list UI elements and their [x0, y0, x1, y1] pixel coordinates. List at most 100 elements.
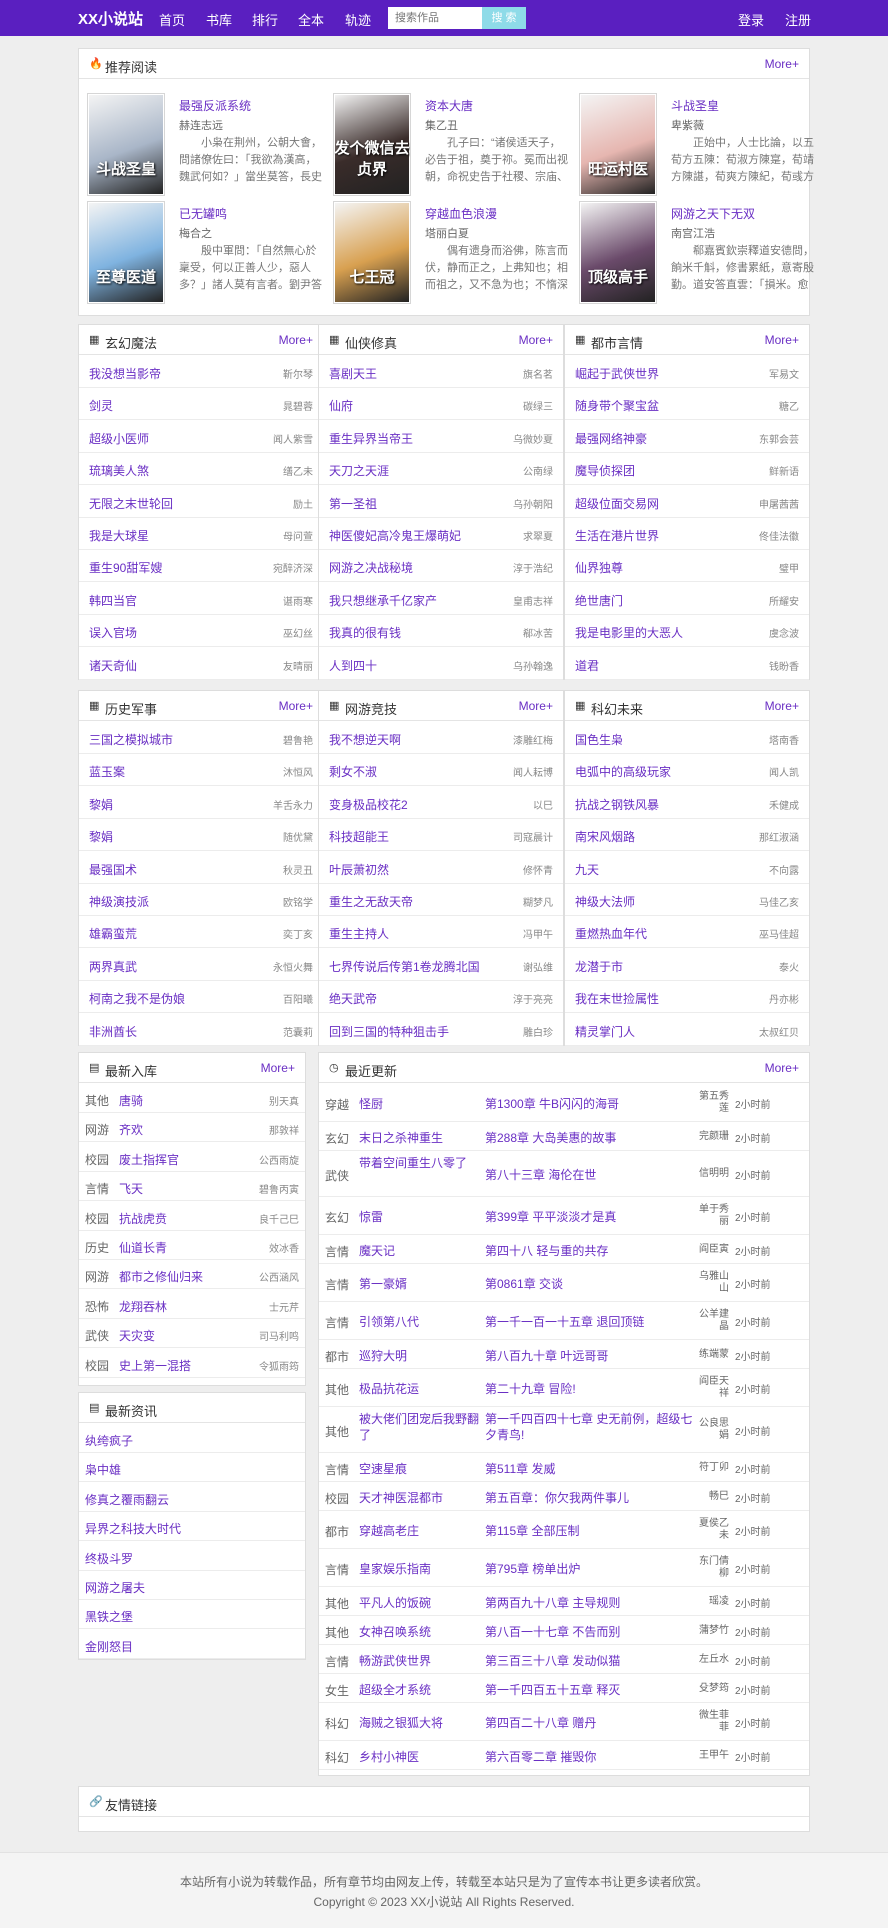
book-title[interactable]: 黎娟 [89, 796, 113, 813]
book-title[interactable]: 两界真武 [89, 958, 137, 975]
book-title[interactable]: 仙府 [329, 397, 353, 414]
book-title[interactable]: 琉璃美人煞 [89, 462, 149, 479]
book-title[interactable]: 崛起于武侠世界 [575, 365, 659, 382]
book-cover[interactable]: 七王冠 [333, 201, 411, 304]
book-title[interactable]: 都市之修仙归来 [119, 1268, 203, 1285]
book-title[interactable]: 诸天奇仙 [89, 657, 137, 674]
book-title[interactable]: 剩女不淑 [329, 763, 377, 780]
nav-history[interactable]: 轨迹 [345, 10, 371, 29]
book-title[interactable]: 仙界独尊 [575, 559, 623, 576]
book-title[interactable]: 重生90甜军嫂 [89, 559, 162, 576]
book-title[interactable]: 皇家娱乐指南 [359, 1561, 479, 1577]
book-title[interactable]: 超级全才系统 [359, 1682, 479, 1698]
book-title[interactable]: 重生异界当帝王 [329, 430, 413, 447]
chapter-title[interactable]: 第一千四百四十七章 史无前例，超级七夕青鸟! [485, 1411, 695, 1443]
book-title[interactable]: 我是大球星 [89, 527, 149, 544]
book-title[interactable]: 抗战虎贲 [119, 1210, 167, 1227]
book-title[interactable]: 重生之无敌天帝 [329, 893, 413, 910]
more-link[interactable]: More+ [519, 333, 553, 347]
book-title[interactable]: 龙潜于市 [575, 958, 623, 975]
book-title[interactable]: 回到三国的特种狙击手 [329, 1023, 449, 1040]
book-title[interactable]: 国色生枭 [575, 731, 623, 748]
book-title[interactable]: 我只想继承千亿家产 [329, 592, 437, 609]
book-title[interactable]: 电弧中的高级玩家 [575, 763, 671, 780]
book-cover[interactable]: 至尊医道 [87, 201, 165, 304]
more-link[interactable]: More+ [519, 699, 553, 713]
chapter-title[interactable]: 第四百二十八章 赠丹 [485, 1715, 695, 1731]
book-cover[interactable]: 旺运村医 [579, 93, 657, 196]
more-link[interactable]: More+ [765, 699, 799, 713]
book-title[interactable]: 绝天武帝 [329, 990, 377, 1007]
book-title[interactable]: 带着空间重生八零了 [359, 1155, 479, 1171]
book-title[interactable]: 我没想当影帝 [89, 365, 161, 382]
chapter-title[interactable]: 第三百三十八章 发动似猫 [485, 1653, 695, 1669]
book-title[interactable]: 超级位面交易网 [575, 495, 659, 512]
book-title[interactable]: 九天 [575, 861, 599, 878]
book-title[interactable]: 海贼之银狐大将 [359, 1715, 479, 1731]
book-title[interactable]: 天才神医混都市 [359, 1490, 479, 1506]
book-title[interactable]: 已无罐鸣 [179, 205, 227, 222]
book-title[interactable]: 精灵掌门人 [575, 1023, 635, 1040]
news-title[interactable]: 黑铁之堡 [85, 1608, 133, 1625]
book-title[interactable]: 绝世唐门 [575, 592, 623, 609]
book-title[interactable]: 平凡人的饭碗 [359, 1595, 479, 1611]
nav-ranking[interactable]: 排行 [252, 10, 278, 29]
nav-home[interactable]: 首页 [159, 10, 185, 29]
register-link[interactable]: 注册 [785, 10, 811, 29]
more-link[interactable]: More+ [261, 1061, 295, 1075]
book-title[interactable]: 资本大唐 [425, 97, 473, 114]
book-title[interactable]: 人到四十 [329, 657, 377, 674]
book-title[interactable]: 惊雷 [359, 1209, 479, 1225]
chapter-title[interactable]: 第399章 平平淡淡才是真 [485, 1209, 695, 1225]
book-title[interactable]: 飞天 [119, 1180, 143, 1197]
book-title[interactable]: 第一圣祖 [329, 495, 377, 512]
book-title[interactable]: 龙翔吞林 [119, 1298, 167, 1315]
book-title[interactable]: 我在末世捡属性 [575, 990, 659, 1007]
book-title[interactable]: 叶辰萧初然 [329, 861, 389, 878]
chapter-title[interactable]: 第八百九十章 叶远哥哥 [485, 1348, 695, 1364]
site-logo[interactable]: XX小说站 [78, 8, 143, 29]
book-title[interactable]: 雄霸蛮荒 [89, 925, 137, 942]
more-link[interactable]: More+ [765, 333, 799, 347]
chapter-title[interactable]: 第511章 发威 [485, 1461, 695, 1477]
book-title[interactable]: 齐欢 [119, 1121, 143, 1138]
book-title[interactable]: 最强国术 [89, 861, 137, 878]
chapter-title[interactable]: 第八百一十七章 不告而别 [485, 1624, 695, 1640]
book-cover[interactable]: 斗战圣皇 [87, 93, 165, 196]
more-link[interactable]: More+ [279, 699, 313, 713]
book-title[interactable]: 巡狩大明 [359, 1348, 479, 1364]
chapter-title[interactable]: 第288章 大岛美惠的故事 [485, 1130, 695, 1146]
news-title[interactable]: 异界之科技大时代 [85, 1520, 181, 1537]
book-title[interactable]: 神级演技派 [89, 893, 149, 910]
news-title[interactable]: 网游之屠夫 [85, 1579, 145, 1596]
more-link[interactable]: More+ [765, 57, 799, 71]
book-title[interactable]: 误入官场 [89, 624, 137, 641]
book-title[interactable]: 空速星痕 [359, 1461, 479, 1477]
book-title[interactable]: 我不想逆天啊 [329, 731, 401, 748]
book-title[interactable]: 七界传说后传第1卷龙腾北国 [329, 958, 480, 975]
book-title[interactable]: 黎娟 [89, 828, 113, 845]
book-title[interactable]: 怪厨 [359, 1096, 479, 1112]
book-title[interactable]: 第一豪婿 [359, 1276, 479, 1292]
book-title[interactable]: 道君 [575, 657, 599, 674]
book-title[interactable]: 末日之杀神重生 [359, 1130, 479, 1146]
book-title[interactable]: 三国之模拟城市 [89, 731, 173, 748]
book-title[interactable]: 穿越血色浪漫 [425, 205, 497, 222]
chapter-title[interactable]: 第两百九十八章 主导规则 [485, 1595, 695, 1611]
chapter-title[interactable]: 第一千一百一十五章 退回顶链 [485, 1314, 695, 1330]
book-title[interactable]: 网游之天下无双 [671, 205, 755, 222]
chapter-title[interactable]: 第1300章 牛B闪闪的海哥 [485, 1096, 695, 1112]
book-title[interactable]: 仙道长青 [119, 1239, 167, 1256]
news-title[interactable]: 修真之覆雨翻云 [85, 1491, 169, 1508]
book-title[interactable]: 网游之决战秘境 [329, 559, 413, 576]
more-link[interactable]: More+ [765, 1061, 799, 1075]
book-title[interactable]: 蓝玉案 [89, 763, 125, 780]
book-title[interactable]: 唐骑 [119, 1092, 143, 1109]
book-title[interactable]: 非洲酋长 [89, 1023, 137, 1040]
book-cover[interactable]: 顶级高手 [579, 201, 657, 304]
book-title[interactable]: 乡村小神医 [359, 1749, 479, 1765]
chapter-title[interactable]: 第0861章 交谈 [485, 1276, 695, 1292]
more-link[interactable]: More+ [279, 333, 313, 347]
book-title[interactable]: 魔天记 [359, 1243, 479, 1259]
chapter-title[interactable]: 第六百零二章 摧毁你 [485, 1749, 695, 1765]
